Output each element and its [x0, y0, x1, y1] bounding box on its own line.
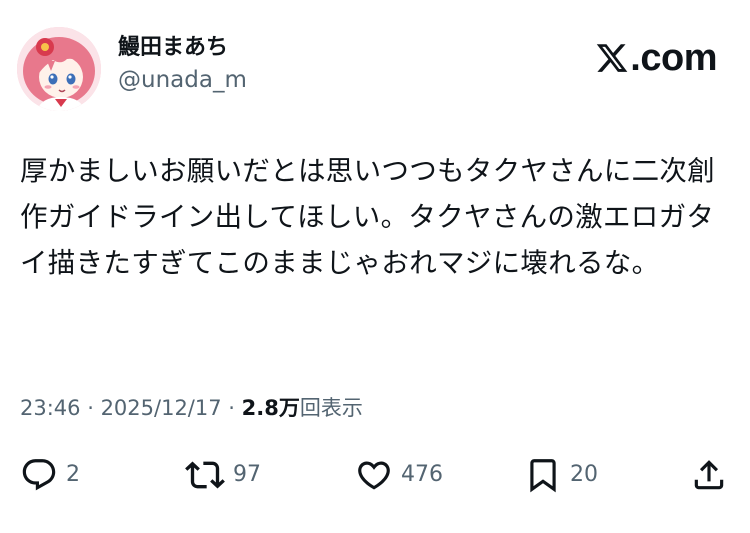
avatar[interactable]: [17, 27, 101, 111]
post-card: 鰻田まあち @unada_m .com 厚かましいお願いだとは思いつつもタクヤさ…: [0, 0, 750, 533]
action-bar: 2 97 476 20: [0, 453, 750, 497]
meta-separator: ·: [221, 396, 242, 420]
x-com-domain: .com: [630, 37, 717, 79]
share-icon: [694, 460, 724, 490]
reply-count: 2: [66, 462, 80, 487]
bookmark-icon: [530, 459, 556, 493]
post-time[interactable]: 23:46: [20, 396, 81, 420]
avatar-illustration: [17, 27, 101, 111]
bookmark-count: 20: [570, 462, 598, 487]
views-label: 回表示: [299, 396, 363, 420]
repost-button[interactable]: 97: [185, 453, 261, 497]
reply-icon: [22, 459, 56, 491]
post-meta: 23:46 · 2025/12/17 · 2.8万回表示: [20, 393, 363, 423]
repost-icon: [185, 461, 225, 489]
x-logo-icon: [597, 44, 628, 72]
views-count: 2.8万: [241, 396, 300, 420]
post-date[interactable]: 2025/12/17: [101, 396, 222, 420]
display-name[interactable]: 鰻田まあち: [118, 34, 247, 62]
post-text: 厚かましいお願いだとは思いつつもタクヤさんに二次創作ガイドライン出してほしい。タ…: [20, 155, 715, 279]
like-button[interactable]: 476: [355, 453, 443, 497]
like-count: 476: [401, 462, 443, 487]
x-com-logo: .com: [595, 38, 717, 78]
meta-separator: ·: [80, 396, 101, 420]
repost-count: 97: [233, 462, 261, 487]
author-block: 鰻田まあち @unada_m: [118, 34, 247, 94]
share-button[interactable]: [690, 453, 728, 497]
reply-button[interactable]: 2: [20, 453, 80, 497]
user-handle[interactable]: @unada_m: [118, 66, 247, 94]
heart-icon: [358, 461, 390, 490]
bookmark-button[interactable]: 20: [524, 453, 598, 497]
